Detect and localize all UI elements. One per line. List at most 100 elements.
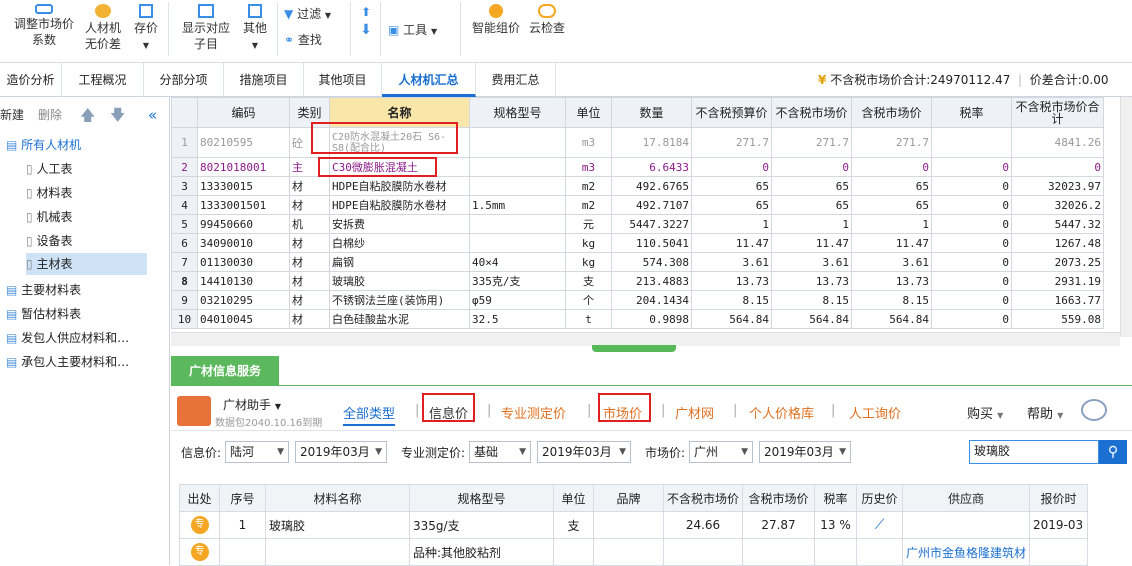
tab-overview[interactable]: 工程概况 xyxy=(62,63,144,97)
table-cell: 0 xyxy=(931,252,1012,272)
arrow-up-icon[interactable]: 🡅 xyxy=(80,104,95,126)
tab-measures[interactable]: 措施项目 xyxy=(224,63,304,97)
table-cell: 0 xyxy=(931,176,1012,196)
table-row[interactable]: 8 14410130 材玻璃胶 335克/支支 213.4883 13.73 13.73 13… xyxy=(171,271,1104,291)
tree-item-owner-supply[interactable]: ▤ 发包人供应材料和… xyxy=(6,327,129,349)
tools-button[interactable]: ▣ 工具 ▼ xyxy=(388,22,452,40)
tree-item-equipment[interactable]: ▯ 设备表 xyxy=(26,230,72,252)
new-button[interactable]: 新建 xyxy=(0,104,24,126)
tab-sections[interactable]: 分部分项 xyxy=(144,63,224,97)
table-row[interactable]: 9 03210295 材不锈钢法兰座(装饰用) φ59 个 204.1434 8.15 8.1… xyxy=(171,290,1104,310)
show-child-button[interactable]: 显示对应 子目 xyxy=(178,4,234,52)
table-cell: HDPE自粘胶膜防水卷材 xyxy=(329,195,470,215)
divider xyxy=(380,2,381,56)
folder-icon: ▤ xyxy=(6,331,18,345)
col-unit[interactable]: 单位 xyxy=(565,97,612,128)
tree-item-main-material[interactable]: ▯ 主材表 xyxy=(26,253,147,275)
tree-item-contractor[interactable]: ▤ 承包人主要材料和… xyxy=(6,351,129,373)
pro-price-label: 专业测定价: xyxy=(401,446,466,460)
grid-hscrollbar[interactable] xyxy=(171,332,1120,346)
table-row[interactable]: 3 13330015 材 HDPE自粘胶膜防水卷材 m2 492.6765 65 65 65 0 3… xyxy=(171,176,1104,196)
cat-all[interactable]: 全部类型 xyxy=(343,403,396,426)
price-history-icon[interactable]: ⟋ xyxy=(875,517,885,533)
info-city-select[interactable]: 陆河 ▼ xyxy=(225,441,289,463)
collapse-icon[interactable]: « xyxy=(148,104,157,126)
arrow-down-icon[interactable]: 🡇 xyxy=(110,104,125,126)
col-tax-rate[interactable]: 税率 xyxy=(931,97,1012,128)
grid-scrollbar[interactable] xyxy=(1120,97,1132,337)
tab-other-items[interactable]: 其他项目 xyxy=(304,63,382,97)
table-row[interactable]: 4 1333001501 材 HDPE自粘胶膜防水卷材 1.5mm m2 492.7107 6… xyxy=(171,195,1104,215)
table-cell: 3.61 xyxy=(771,252,852,272)
store-price-button[interactable]: 存价 ▼ xyxy=(130,4,162,54)
other-menu-button[interactable]: 其他 ▼ xyxy=(238,4,272,54)
table-cell: 492.6765 xyxy=(611,176,692,196)
delete-button[interactable]: 删除 xyxy=(38,104,62,126)
smart-pricing-button[interactable]: 智能组价 xyxy=(468,4,524,36)
market-city-select[interactable]: 广州 ▼ xyxy=(689,441,753,463)
table-cell: 564.84 xyxy=(691,309,772,329)
table-cell: 110.5041 xyxy=(611,233,692,253)
price-row[interactable]: 专 1 玻璃胶 335g/支 支 24.66 27.87 13 % ⟋ 2019… xyxy=(179,511,1089,539)
table-row[interactable]: 7 01130030 材扁钢 40×4 kg 574.308 3.61 3.61 3.61 0 20… xyxy=(171,252,1104,272)
col-spec[interactable]: 规格型号 xyxy=(469,97,566,128)
rcj-no-diff-button[interactable]: 人材机 无价差 xyxy=(82,4,124,52)
tree-item-material[interactable]: ▯ 材料表 xyxy=(26,182,72,204)
price-row[interactable]: 专 品种:其他胶粘剂 广州市金鱼格隆建筑材 xyxy=(179,538,1089,566)
col-qty[interactable]: 数量 xyxy=(611,97,692,128)
assistant-name[interactable]: 广材助手 ▼ xyxy=(223,396,281,413)
chevron-down-icon: ▼ xyxy=(519,447,526,457)
table-cell: 3.61 xyxy=(851,252,932,272)
find-button[interactable]: ⚭ 查找 xyxy=(284,32,344,48)
info-date-select[interactable]: 2019年03月 ▼ xyxy=(295,441,387,463)
table-cell: 材 xyxy=(289,233,330,253)
table-cell: 65 xyxy=(851,176,932,196)
cat-gcw[interactable]: 广材网 xyxy=(675,403,714,422)
col-market-price[interactable]: 不含税市场价 xyxy=(771,97,852,128)
tree-item-all[interactable]: ▤ 所有人材机 xyxy=(6,134,81,156)
cat-labor-inquiry[interactable]: 人工询价 xyxy=(849,403,901,422)
col-code[interactable]: 编码 xyxy=(197,97,290,128)
table-cell xyxy=(469,214,566,234)
table-row[interactable]: 6 34090010 材白棉纱 kg 110.5041 11.47 11.47 11.47 0 1… xyxy=(171,233,1104,253)
table-row[interactable]: 5 99450660 机安拆费元 5447.3227 1 1 1 0 5447.32 xyxy=(171,214,1104,234)
table-cell: 8.15 xyxy=(691,290,772,310)
col-market-total[interactable]: 不含税市场价合计 xyxy=(1011,97,1104,128)
search-icon[interactable]: ⚲ xyxy=(1099,440,1127,464)
buy-menu[interactable]: 购买 ▼ xyxy=(967,403,1003,422)
cat-personal-lib[interactable]: 个人价格库 xyxy=(749,403,814,422)
tab-cost-analysis[interactable]: 造价分析 xyxy=(0,63,62,97)
user-avatar-icon[interactable] xyxy=(1081,399,1107,421)
adjust-market-coef-button[interactable]: 调整市场价 系数 xyxy=(10,4,78,48)
cloud-check-button[interactable]: 云检查 xyxy=(526,4,568,36)
cat-pro-price[interactable]: 专业测定价 xyxy=(501,403,566,422)
help-menu[interactable]: 帮助 ▼ xyxy=(1027,403,1063,422)
filter-button[interactable]: ▼ 过滤 ▼ xyxy=(284,6,346,24)
pro-type-select[interactable]: 基础 ▼ xyxy=(469,441,531,463)
table-cell: 5447.32 xyxy=(1011,214,1104,234)
move-up-button[interactable]: ⬆ xyxy=(357,4,375,20)
tree-item-provisional[interactable]: ▤ 暂估材料表 xyxy=(6,303,81,325)
pro-date-select[interactable]: 2019年03月 ▼ xyxy=(537,441,631,463)
table-cell: 13330015 xyxy=(197,176,290,196)
table-cell: 574.308 xyxy=(611,252,692,272)
tree-item-machine[interactable]: ▯ 机械表 xyxy=(26,206,72,228)
tree-item-key-materials[interactable]: ▤ 主要材料表 xyxy=(6,279,81,301)
market-date-select[interactable]: 2019年03月 ▼ xyxy=(759,441,851,463)
tab-rcj-summary[interactable]: 人材机汇总 xyxy=(382,63,476,97)
table-row[interactable]: 10 04010045 材白色硅酸盐水泥 32.5 t 0.9898 564.84 564.8… xyxy=(171,309,1104,329)
info-price-label: 信息价: xyxy=(181,446,222,460)
search-input[interactable]: 玻璃胶 xyxy=(969,440,1099,464)
splitter-handle[interactable] xyxy=(592,345,676,352)
table-cell: 1 xyxy=(851,214,932,234)
tree-item-labor[interactable]: ▯ 人工表 xyxy=(26,158,72,180)
move-down-button[interactable]: ⬇ xyxy=(357,22,375,38)
col-tax-market-price[interactable]: 含税市场价 xyxy=(851,97,932,128)
divider xyxy=(460,2,461,56)
table-cell xyxy=(469,157,566,177)
table-cell: 11.47 xyxy=(691,233,772,253)
table-row[interactable]: 2 8021018001 主 C30微膨胀混凝土 m3 6.6433 0 0 0 0 0 xyxy=(171,157,1104,177)
tab-fee-summary[interactable]: 费用汇总 xyxy=(476,63,556,97)
col-budget-price[interactable]: 不含税预算价 xyxy=(691,97,772,128)
panel-title-tab[interactable]: 广材信息服务 xyxy=(171,356,279,386)
